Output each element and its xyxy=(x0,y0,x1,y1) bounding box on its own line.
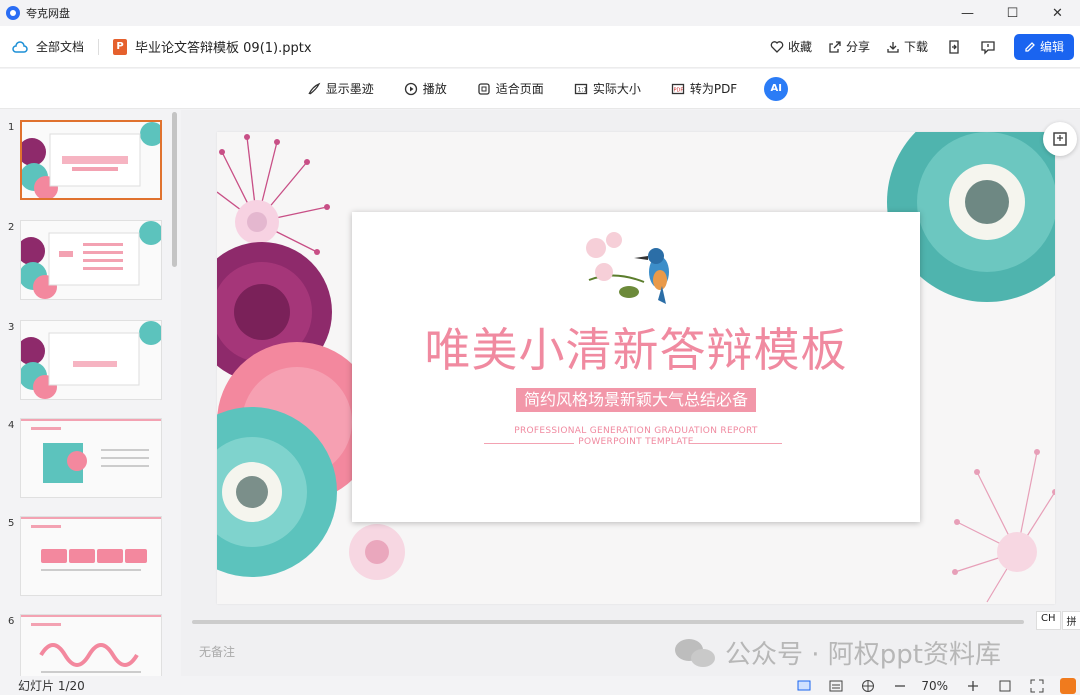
download-label: 下载 xyxy=(903,40,928,54)
export-icon[interactable] xyxy=(946,39,962,55)
pdf-icon: PDF xyxy=(671,83,684,94)
kingfisher-illustration xyxy=(586,232,669,304)
thumbnail-number: 1 xyxy=(8,122,15,133)
favorite-button[interactable]: 收藏 xyxy=(770,38,812,55)
all-docs-link[interactable]: 全部文档 xyxy=(12,38,84,55)
title-card: 唯美小清新答辩模板 简约风格场景新颖大气总结必备 PROFESSIONAL GE… xyxy=(352,212,920,522)
thumbnail-number: 6 xyxy=(8,616,15,627)
normal-view-icon[interactable] xyxy=(797,679,811,693)
thumbnail-image xyxy=(20,516,162,596)
favorite-label: 收藏 xyxy=(787,40,812,54)
slideshow-play-button[interactable] xyxy=(1060,677,1076,694)
thumbnail-scrollbar[interactable] xyxy=(172,112,177,267)
status-bar: 幻灯片 1/20 70% xyxy=(0,676,1080,695)
close-button[interactable]: ✕ xyxy=(1035,0,1080,26)
divider xyxy=(692,443,782,444)
title-bar: 夸克网盘 — ☐ ✕ xyxy=(0,0,1080,26)
download-button[interactable]: 下载 xyxy=(886,38,928,55)
zoom-out-icon[interactable] xyxy=(893,679,907,693)
top-toolbar: 全部文档 P 毕业论文答辩模板 09(1).pptx 收藏 分享 下载 编辑 xyxy=(0,26,1080,68)
all-docs-label: 全部文档 xyxy=(36,40,85,54)
slide-title: 唯美小清新答辩模板 xyxy=(424,323,848,377)
thumbnail-image xyxy=(20,120,162,200)
share-icon xyxy=(829,40,841,53)
slide-thumbnail-panel: 1 2 3 4 5 6 xyxy=(0,110,180,676)
to-pdf-label: 转为PDF xyxy=(689,82,738,96)
app-logo-icon xyxy=(6,6,20,20)
ai-assistant-button[interactable]: AI xyxy=(764,76,789,101)
zoom-level: 70% xyxy=(921,678,948,693)
slide-viewer: 唯美小清新答辩模板 简约风格场景新颖大气总结必备 PROFESSIONAL GE… xyxy=(181,110,1080,676)
edit-button[interactable]: 编辑 xyxy=(1013,33,1074,60)
notes-area[interactable]: 无备注 xyxy=(199,643,235,660)
thumbnail-image xyxy=(20,418,162,498)
thumbnail-image xyxy=(20,220,162,300)
thumbnail-number: 5 xyxy=(8,518,15,529)
ink-pen-icon xyxy=(308,82,321,95)
divider xyxy=(98,38,100,55)
globe-icon[interactable] xyxy=(861,679,875,693)
divider xyxy=(484,443,574,444)
minimize-button[interactable]: — xyxy=(945,0,990,26)
fit-page-button[interactable]: 适合页面 xyxy=(477,80,544,97)
show-ink-label: 显示墨迹 xyxy=(325,82,374,96)
thumbnail-image xyxy=(20,614,162,676)
file-name: 毕业论文答辩模板 09(1).pptx xyxy=(135,41,312,56)
ime-indicator[interactable]: CH 拼 xyxy=(1035,611,1080,630)
slide-subtitle: 简约风格场景新颖大气总结必备 xyxy=(516,388,756,412)
fit-page-icon xyxy=(478,82,490,95)
rotate-icon xyxy=(1053,132,1067,146)
slide-counter: 幻灯片 1/20 xyxy=(18,679,85,693)
rotate-tool-button[interactable] xyxy=(1043,122,1077,156)
notes-view-icon[interactable] xyxy=(829,679,843,693)
heart-icon xyxy=(770,40,784,53)
thumbnail-number: 3 xyxy=(8,322,15,333)
view-toolbar: 显示墨迹 播放 适合页面 1:1 实际大小 PDF 转为PDF AI xyxy=(0,69,1080,109)
actual-size-button[interactable]: 1:1 实际大小 xyxy=(574,80,641,97)
pptx-file-icon: P xyxy=(113,38,128,55)
play-label: 播放 xyxy=(422,82,447,96)
actual-size-label: 实际大小 xyxy=(592,82,641,96)
ime-mode: 拼 xyxy=(1061,611,1080,630)
play-button[interactable]: 播放 xyxy=(404,80,447,97)
svg-text:1:1: 1:1 xyxy=(577,86,587,93)
edit-label: 编辑 xyxy=(1039,40,1064,54)
horizontal-scrollbar[interactable] xyxy=(192,620,1024,624)
watermark-text: 公众号 · 阿权ppt资料库 xyxy=(725,640,1001,670)
svg-text:PDF: PDF xyxy=(673,87,683,93)
slide-canvas: 唯美小清新答辩模板 简约风格场景新颖大气总结必备 PROFESSIONAL GE… xyxy=(217,132,1055,604)
maximize-button[interactable]: ☐ xyxy=(990,0,1035,26)
fullscreen-icon[interactable] xyxy=(1030,679,1044,693)
thumbnail-number: 2 xyxy=(8,222,15,233)
share-button[interactable]: 分享 xyxy=(828,38,870,55)
play-circle-icon xyxy=(404,82,417,95)
app-name: 夸克网盘 xyxy=(26,7,70,20)
zoom-in-icon[interactable] xyxy=(966,679,980,693)
thumbnail-number: 4 xyxy=(8,420,15,431)
share-label: 分享 xyxy=(845,40,870,54)
fit-page-label: 适合页面 xyxy=(495,82,544,96)
cloud-icon xyxy=(12,40,28,53)
wechat-icon xyxy=(675,638,715,667)
actual-size-icon: 1:1 xyxy=(574,83,587,94)
thumbnail-image xyxy=(20,320,162,400)
to-pdf-button[interactable]: PDF 转为PDF xyxy=(671,80,737,97)
ime-language: CH xyxy=(1036,611,1061,630)
slide-english-line2: POWERPOINT TEMPLATE xyxy=(578,437,694,447)
download-icon xyxy=(887,41,899,53)
show-ink-button[interactable]: 显示墨迹 xyxy=(307,80,374,97)
fit-window-icon[interactable] xyxy=(998,679,1012,693)
slide-english-line1: PROFESSIONAL GENERATION GRADUATION REPOR… xyxy=(514,426,758,436)
feedback-icon[interactable] xyxy=(980,39,996,55)
pencil-icon xyxy=(1025,41,1035,52)
watermark: 公众号 · 阿权ppt资料库 xyxy=(673,634,1001,671)
